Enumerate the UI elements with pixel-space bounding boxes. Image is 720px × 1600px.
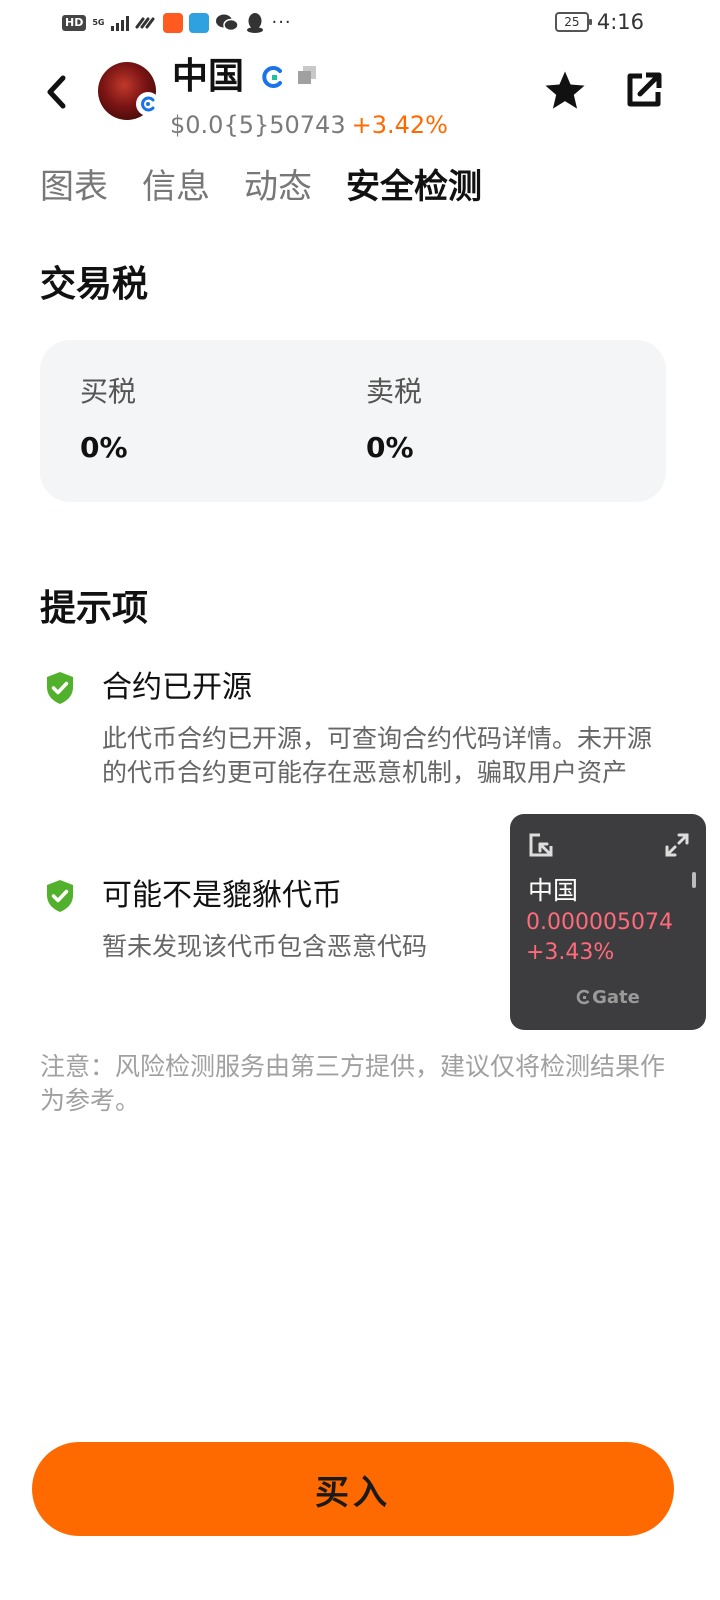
minimize-widget-icon[interactable]	[528, 832, 554, 862]
widget-brand-label: Gate	[592, 987, 640, 1008]
tab-chart[interactable]: 图表	[40, 164, 108, 210]
token-price: $0.0{5}50743	[170, 111, 346, 139]
app-icon-book	[189, 12, 210, 33]
tip-title: 合约已开源	[102, 670, 252, 705]
sell-tax-value: 0%	[366, 431, 414, 464]
shield-check-icon	[40, 668, 80, 708]
tip-title: 可能不是貔貅代币	[102, 878, 342, 913]
widget-price: 0.000005074	[526, 910, 673, 935]
token-name: 中国	[172, 56, 245, 97]
chevron-left-icon	[47, 75, 66, 109]
star-icon	[545, 71, 585, 109]
copy-address-icon[interactable]	[296, 64, 318, 90]
tab-bar: 图表 信息 动态 安全检测	[40, 164, 482, 210]
qq-icon	[245, 12, 265, 33]
more-status-icon: ···	[271, 12, 292, 33]
tax-card: 买税 0% 卖税 0%	[40, 340, 666, 502]
battery-level: 25	[564, 15, 580, 29]
tab-activity[interactable]: 动态	[244, 164, 312, 210]
chain-logo-icon	[260, 64, 286, 94]
share-icon	[627, 72, 662, 107]
hd-badge: HD	[62, 14, 87, 31]
price-line: $0.0{5}50743 +3.42%	[170, 110, 448, 140]
signal-icon	[111, 15, 130, 31]
buy-button-label: 买入	[315, 1472, 391, 1513]
tip-item: 合约已开源 此代币合约已开源，可查询合约代码详情。未开源的代币合约更可能存在恶意…	[40, 668, 660, 790]
network-type: 5G	[92, 17, 105, 27]
tip-description: 此代币合约已开源，可查询合约代码详情。未开源的代币合约更可能存在恶意机制，骗取用…	[102, 724, 653, 787]
app-icon-orange	[163, 12, 184, 33]
gate-logo-icon	[576, 989, 590, 1005]
tax-section-title: 交易税	[40, 264, 149, 305]
sell-tax-label: 卖税	[366, 375, 423, 408]
wechat-icon	[215, 13, 240, 33]
battery-icon: 25	[554, 12, 592, 32]
disclaimer-note: 注意：风险检测服务由第三方提供，建议仅将检测结果作为参考。	[40, 1052, 666, 1115]
status-time: 4:16	[596, 10, 644, 34]
status-bar: HD 5G ··· 25 4:16	[0, 0, 720, 48]
shield-check-icon	[40, 876, 80, 916]
sell-tax: 卖税 0%	[366, 374, 422, 466]
price-change: +3.42%	[351, 111, 448, 139]
buy-tax-label: 买税	[80, 375, 137, 408]
tips-section-title: 提示项	[40, 588, 149, 629]
share-button[interactable]	[624, 70, 664, 114]
buy-tax-value: 0%	[80, 431, 128, 464]
buy-button[interactable]: 买入	[32, 1442, 674, 1536]
buy-tax: 买税 0%	[80, 374, 136, 466]
link-icon	[135, 13, 157, 33]
tab-info[interactable]: 信息	[142, 164, 210, 210]
widget-token-name: 中国	[528, 876, 579, 905]
widget-brand: Gate	[510, 986, 706, 1010]
favorite-button[interactable]	[542, 68, 588, 118]
tab-security-check[interactable]: 安全检测	[346, 164, 482, 210]
expand-widget-icon[interactable]	[664, 832, 690, 862]
widget-scrollbar[interactable]	[692, 872, 696, 888]
back-button[interactable]	[36, 70, 76, 114]
chain-badge-icon	[136, 92, 160, 116]
widget-change: +3.43%	[526, 940, 615, 965]
floating-price-widget[interactable]: 中国 0.000005074 +3.43% Gate	[510, 814, 706, 1030]
